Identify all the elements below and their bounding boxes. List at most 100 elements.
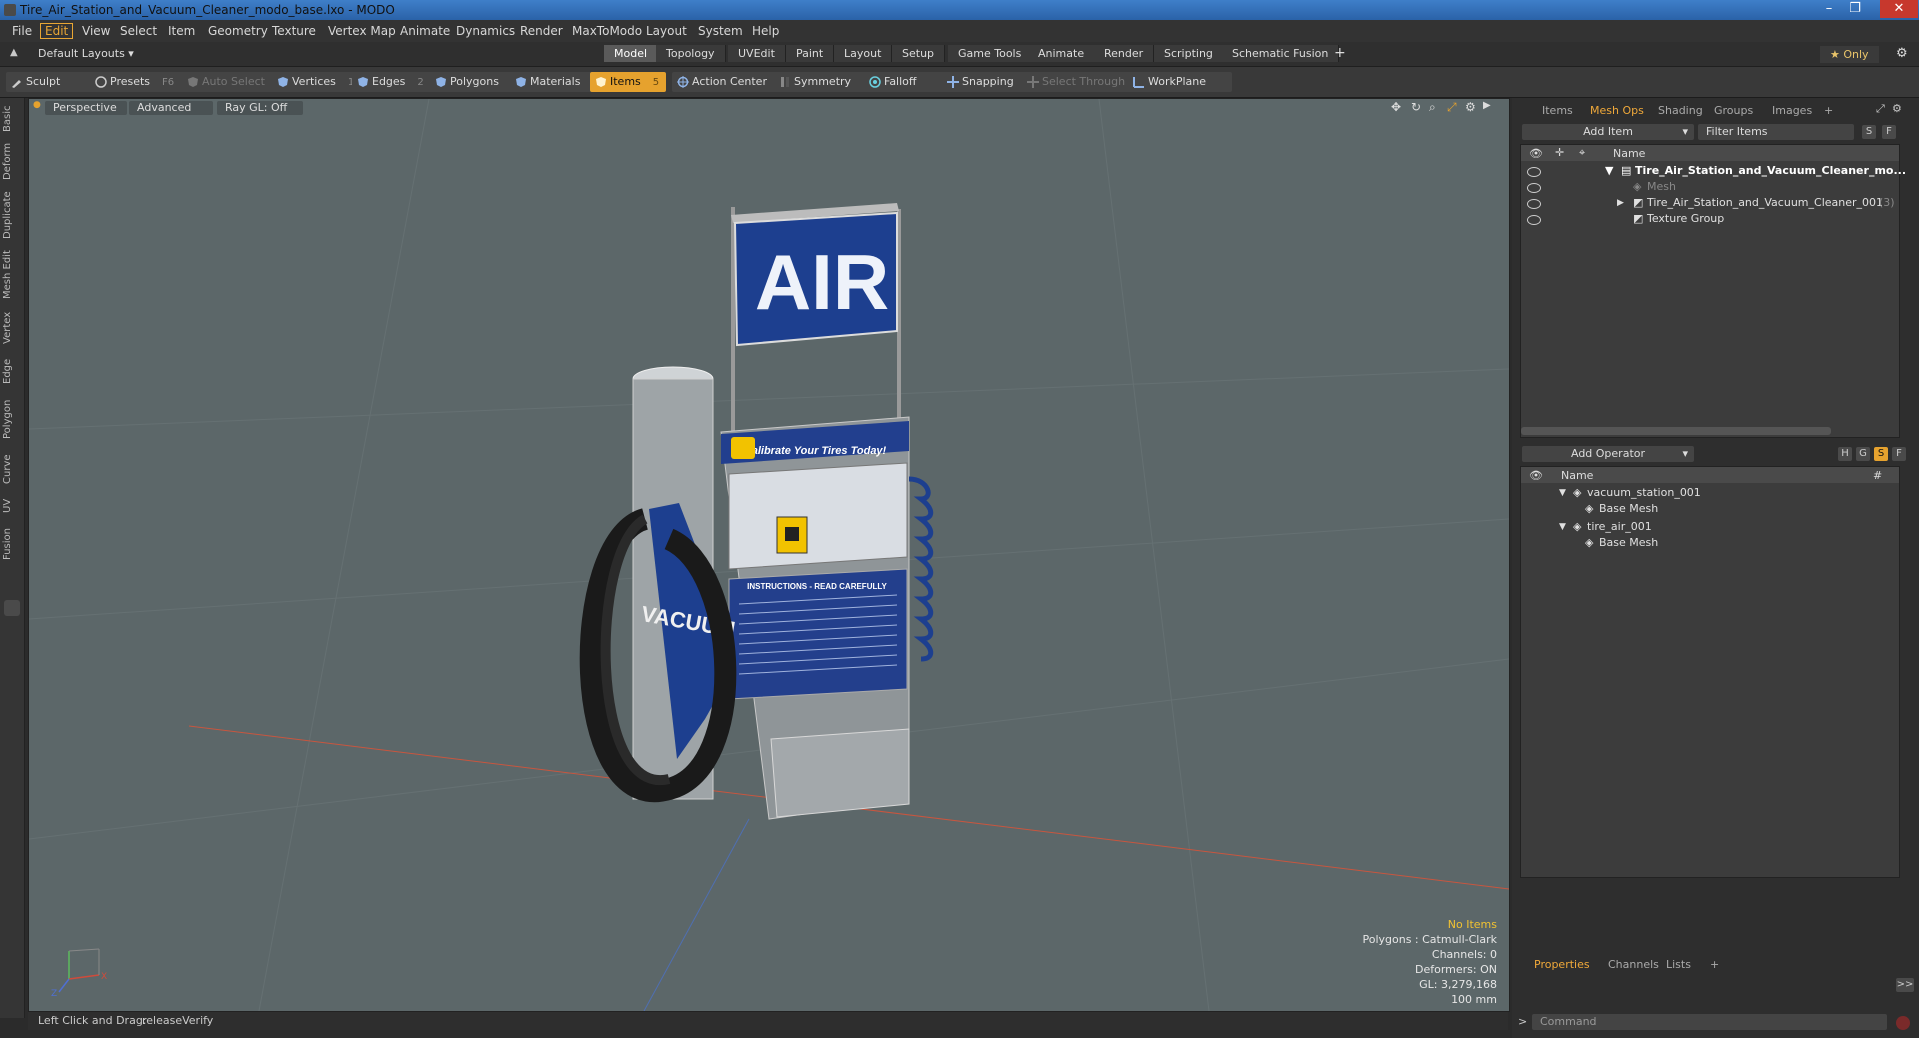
advanced-button[interactable]: Advanced	[129, 101, 213, 115]
3d-viewport[interactable]: AIR Calibrate Your Tires Today! INSTRUCT…	[28, 98, 1510, 1012]
tree-row-group[interactable]: ▶ ◩ Tire_Air_Station_and_Vacuum_Cleaner_…	[1521, 195, 1899, 211]
expand-arrow-icon[interactable]: ▼	[1559, 485, 1566, 501]
tab-uvedit[interactable]: UVEdit	[728, 45, 786, 62]
item-list[interactable]: 👁 ✛ ⌖ Name ▼ ▤ Tire_Air_Station_and_Vacu…	[1520, 144, 1906, 438]
vtab-edge[interactable]: Edge	[2, 356, 22, 386]
add-layout-icon[interactable]: +	[1334, 45, 1346, 61]
add-operator-button[interactable]: Add Operator ▾	[1522, 446, 1694, 462]
tab-paint[interactable]: Paint	[786, 45, 835, 62]
operator-row-base-mesh[interactable]: ◈ Base Mesh	[1521, 535, 1899, 551]
tab-images[interactable]: Images	[1772, 104, 1812, 117]
expand-arrow-icon[interactable]: ▼	[1605, 163, 1613, 179]
add-props-tab-button[interactable]: +	[1710, 958, 1719, 971]
tab-game-tools[interactable]: Game Tools	[948, 45, 1033, 62]
g-button[interactable]: G	[1856, 447, 1870, 461]
operator-row-tire-air[interactable]: ▼ ◈ tire_air_001	[1521, 519, 1899, 535]
record-icon[interactable]	[1896, 1016, 1910, 1030]
symmetry-button[interactable]: Symmetry	[774, 72, 872, 92]
tab-shading[interactable]: Shading	[1658, 104, 1703, 117]
vtab-polygon[interactable]: Polygon	[2, 396, 22, 442]
visibility-eye-icon[interactable]	[1527, 199, 1541, 209]
raygl-button[interactable]: Ray GL: Off	[217, 101, 303, 115]
menu-help[interactable]: Help	[748, 24, 783, 38]
tab-animate[interactable]: Animate	[1028, 45, 1096, 62]
menu-geometry[interactable]: Geometry	[204, 24, 272, 38]
presets-button[interactable]: Presets F6	[90, 72, 196, 92]
rotate-view-icon[interactable]: ↻	[1411, 100, 1421, 114]
vtab-mesh-edit[interactable]: Mesh Edit	[2, 250, 22, 300]
tab-items[interactable]: Items	[1542, 104, 1573, 117]
vtab-fusion[interactable]: Fusion	[2, 526, 22, 562]
tab-lists[interactable]: Lists	[1666, 958, 1691, 971]
menu-animate[interactable]: Animate	[396, 24, 454, 38]
menu-render[interactable]: Render	[516, 24, 567, 38]
sculpt-button[interactable]: Sculpt	[6, 72, 98, 92]
view-menu-arrow-icon[interactable]: ▶	[1483, 100, 1491, 111]
menu-system[interactable]: System	[694, 24, 747, 38]
add-item-button[interactable]: Add Item ▾	[1522, 124, 1694, 140]
tab-mesh-ops[interactable]: Mesh Ops	[1590, 104, 1644, 117]
visibility-eye-icon[interactable]	[1527, 215, 1541, 225]
h-button[interactable]: H	[1838, 447, 1852, 461]
tree-row-scene[interactable]: ▼ ▤ Tire_Air_Station_and_Vacuum_Cleaner_…	[1521, 163, 1906, 179]
menu-edit[interactable]: Edit	[40, 23, 74, 39]
panel-expand-icon[interactable]: ⤢	[1876, 102, 1885, 116]
workplane-button[interactable]: WorkPlane	[1128, 72, 1232, 92]
visibility-eye-icon[interactable]	[1527, 183, 1541, 193]
view-settings-gear-icon[interactable]: ⚙	[1465, 100, 1476, 114]
tool-toggle-button[interactable]	[4, 600, 20, 616]
layout-arrow-icon[interactable]: ▲	[10, 47, 18, 58]
menu-item[interactable]: Item	[164, 24, 199, 38]
menu-vertex-map[interactable]: Vertex Map	[324, 24, 400, 38]
minimize-button[interactable]: –	[1816, 0, 1842, 18]
menu-layout[interactable]: Layout	[642, 24, 691, 38]
expand-arrow-icon[interactable]: ▼	[1559, 519, 1566, 535]
tab-properties[interactable]: Properties	[1534, 958, 1590, 971]
tab-channels[interactable]: Channels	[1608, 958, 1659, 971]
vtab-basic[interactable]: Basic	[2, 104, 22, 134]
s-button[interactable]: S	[1874, 447, 1888, 461]
only-button[interactable]: ★ Only	[1820, 46, 1879, 63]
menu-view[interactable]: View	[78, 24, 114, 38]
vtab-deform[interactable]: Deform	[2, 143, 22, 180]
fit-view-icon[interactable]: ⤢	[1447, 100, 1457, 115]
tab-topology[interactable]: Topology	[656, 45, 726, 62]
visibility-eye-icon[interactable]	[1527, 167, 1541, 177]
menu-texture[interactable]: Texture	[268, 24, 320, 38]
auto-select-button[interactable]: Auto Select	[182, 72, 286, 92]
menu-maxtomodo[interactable]: MaxToModo	[568, 24, 646, 38]
operator-row-vacuum[interactable]: ▼ ◈ vacuum_station_001	[1521, 485, 1899, 501]
tab-schematic-fusion[interactable]: Schematic Fusion	[1222, 45, 1340, 62]
perspective-button[interactable]: Perspective	[45, 101, 127, 115]
menu-select[interactable]: Select	[116, 24, 161, 38]
tab-render[interactable]: Render	[1094, 45, 1155, 62]
zoom-view-icon[interactable]: ⌕	[1429, 100, 1436, 115]
menu-file[interactable]: File	[8, 24, 36, 38]
vtab-curve[interactable]: Curve	[2, 452, 22, 486]
tab-layout[interactable]: Layout	[834, 45, 893, 62]
vtab-uv[interactable]: UV	[2, 496, 22, 516]
tree-row-texture-group[interactable]: ◩ Texture Group	[1521, 211, 1899, 227]
tree-row-mesh[interactable]: ◈ Mesh	[1521, 179, 1899, 195]
default-layouts-dropdown[interactable]: Default Layouts ▾	[38, 47, 134, 60]
panel-gear-icon[interactable]: ⚙	[1892, 102, 1902, 115]
action-center-button[interactable]: Action Center	[672, 72, 788, 92]
items-button[interactable]: Items 5	[590, 72, 666, 92]
item-list-scrollbar[interactable]	[1521, 427, 1831, 435]
tab-setup[interactable]: Setup	[892, 45, 946, 62]
falloff-button[interactable]: Falloff	[864, 72, 952, 92]
operator-list[interactable]: 👁 Name # ▼ ◈ vacuum_station_001 ◈ Base M…	[1520, 466, 1900, 878]
add-tab-button[interactable]: +	[1824, 104, 1833, 117]
s-filter-button[interactable]: S	[1862, 125, 1876, 139]
command-input[interactable]: Command	[1532, 1014, 1887, 1030]
viewport-options-icon[interactable]: ●	[33, 100, 41, 110]
collapse-arrow-icon[interactable]: ▶	[1617, 195, 1624, 211]
vtab-duplicate[interactable]: Duplicate	[2, 190, 22, 240]
maximize-button[interactable]: ❐	[1842, 0, 1868, 18]
vtab-vertex[interactable]: Vertex	[2, 310, 22, 346]
tab-model[interactable]: Model	[604, 45, 659, 62]
select-through-button[interactable]: Select Through	[1022, 72, 1144, 92]
f-button[interactable]: F	[1892, 447, 1906, 461]
f-filter-button[interactable]: F	[1882, 125, 1896, 139]
menu-dynamics[interactable]: Dynamics	[452, 24, 519, 38]
